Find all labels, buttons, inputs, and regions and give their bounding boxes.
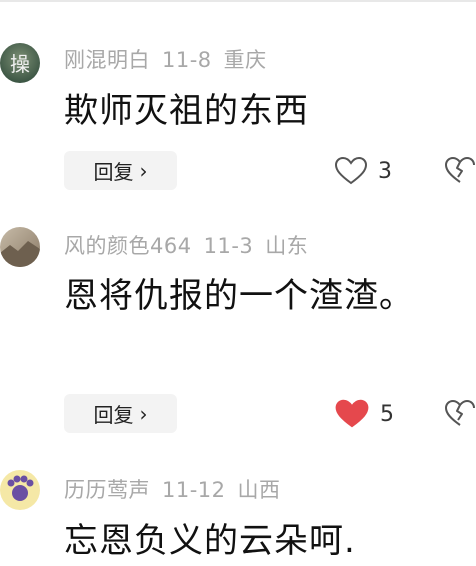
avatar[interactable] <box>0 470 40 510</box>
comment-date: 11-3 <box>203 234 254 258</box>
comment-location: 山西 <box>237 478 281 502</box>
reply-button[interactable]: 回复 › <box>64 394 177 433</box>
like-count: 3 <box>378 158 392 184</box>
comment-location: 重庆 <box>223 48 267 72</box>
top-divider <box>0 0 476 2</box>
avatar[interactable]: 操 <box>0 43 40 83</box>
broken-heart-icon <box>445 399 475 426</box>
comment-meta: 风的颜色464 11-3 山东 <box>64 230 320 260</box>
comment-text: 恩将仇报的一个渣渣。 <box>64 276 414 316</box>
reply-label: 回复 <box>93 160 134 184</box>
avatar-image <box>0 470 40 510</box>
reply-label: 回复 <box>93 403 134 427</box>
username[interactable]: 风的颜色464 <box>64 234 192 258</box>
comment-date: 11-12 <box>162 478 226 502</box>
comment-location: 山东 <box>265 234 309 258</box>
comment-text: 忘恩负义的云朵呵. <box>64 521 356 561</box>
reply-button[interactable]: 回复 › <box>64 151 177 190</box>
avatar-image <box>0 227 40 267</box>
comment-meta: 历历莺声 11-12 山西 <box>64 474 293 504</box>
username[interactable]: 刚混明白 <box>64 48 150 72</box>
like-count: 5 <box>380 401 394 427</box>
comment-text: 欺师灭祖的东西 <box>64 91 309 131</box>
avatar-image: 操 <box>0 43 40 83</box>
chevron-right-icon: › <box>139 401 148 426</box>
avatar[interactable] <box>0 227 40 267</box>
like-button[interactable]: 3 <box>334 156 392 186</box>
dislike-button[interactable] <box>444 397 476 429</box>
dislike-button[interactable] <box>444 154 476 186</box>
username[interactable]: 历历莺声 <box>64 478 150 502</box>
heart-icon <box>334 156 368 185</box>
comment-date: 11-8 <box>162 48 212 72</box>
broken-heart-icon <box>445 156 475 183</box>
comment-meta: 刚混明白 11-8 重庆 <box>64 44 279 74</box>
chevron-right-icon: › <box>139 158 148 183</box>
like-button[interactable]: 5 <box>334 398 394 430</box>
avatar-char: 操 <box>10 52 30 76</box>
heart-icon <box>335 399 369 428</box>
